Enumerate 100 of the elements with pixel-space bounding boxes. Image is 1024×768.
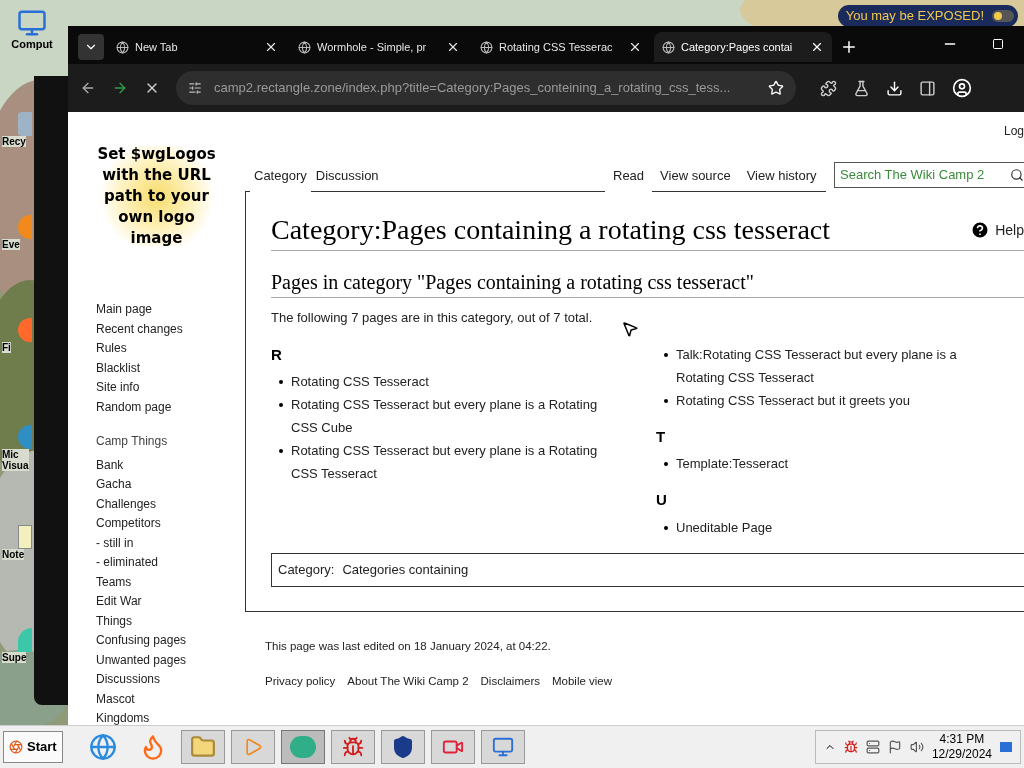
sidebar-link[interactable]: Random page xyxy=(96,397,245,417)
login-link[interactable]: Log xyxy=(1003,122,1024,140)
security-alert-badge[interactable]: You may be EXPOSED! xyxy=(837,5,1018,27)
page-tab[interactable]: Discussion xyxy=(311,165,383,192)
search-icon[interactable] xyxy=(1010,168,1024,182)
globe-icon xyxy=(662,40,675,54)
view-tab[interactable]: Read xyxy=(605,165,653,192)
browser-tab[interactable]: Rotating CSS Tesserac xyxy=(472,32,650,62)
sidebar-link[interactable]: - eliminated xyxy=(96,553,245,573)
desktop-icon-label[interactable]: Fi xyxy=(2,342,11,353)
section-heading: Pages in category "Pages containing a rotating css tesseract" xyxy=(271,269,1024,298)
start-button[interactable]: Start xyxy=(3,731,63,763)
bullet-icon xyxy=(279,380,283,384)
page-link[interactable]: Rotating CSS Tesseract xyxy=(291,370,626,393)
sidebar-link[interactable]: Confusing pages xyxy=(96,631,245,651)
sidebar-link[interactable]: Things xyxy=(96,611,245,631)
sidebar-link[interactable]: Main page xyxy=(96,300,245,320)
sidebar-link[interactable]: Edit War xyxy=(96,592,245,612)
close-icon[interactable] xyxy=(810,40,824,54)
footer-link[interactable]: About The Wiki Camp 2 xyxy=(347,672,469,690)
page-link[interactable]: Template:Tesseract xyxy=(676,452,986,475)
sidebar-link[interactable]: Teams xyxy=(96,572,245,592)
folder-icon[interactable] xyxy=(180,730,225,764)
desktop-icon-label[interactable]: Supe xyxy=(2,652,27,663)
browser-tab[interactable]: Wormhole - Simple, pr xyxy=(290,32,468,62)
bookmark-star-icon[interactable] xyxy=(768,80,784,96)
new-tab-icon[interactable] xyxy=(840,38,858,56)
sidebar-link[interactable]: Gacha xyxy=(96,475,245,495)
browser-tab[interactable]: New Tab xyxy=(108,32,286,62)
sidebar-link[interactable]: Challenges xyxy=(96,494,245,514)
cursor-icon xyxy=(621,319,639,338)
bug-icon[interactable] xyxy=(330,730,375,764)
help-link[interactable]: Help xyxy=(995,219,1024,241)
sidebar-link[interactable]: Recent changes xyxy=(96,319,245,339)
profile-icon[interactable] xyxy=(952,78,972,98)
side-panel-icon[interactable] xyxy=(919,79,936,97)
page-link[interactable]: Rotating CSS Tesseract but every plane is a Rotating CSS Cube xyxy=(291,393,626,439)
sidebar-link[interactable]: Site info xyxy=(96,378,245,398)
close-icon[interactable] xyxy=(264,40,278,54)
tab-list-button[interactable] xyxy=(78,34,104,60)
sidebar-link[interactable]: - still in xyxy=(96,533,245,553)
search-field[interactable]: Search The Wiki Camp 2 xyxy=(834,162,1024,188)
speaker-icon[interactable] xyxy=(909,740,924,754)
page-tab[interactable]: Category xyxy=(250,165,311,192)
site-settings-icon[interactable] xyxy=(188,81,202,95)
flag-icon[interactable] xyxy=(887,740,902,754)
view-tab[interactable]: View source xyxy=(652,165,739,192)
view-tab[interactable]: View history xyxy=(738,165,825,192)
sidebar-link[interactable]: Kingdoms xyxy=(96,709,245,725)
circle-app-icon[interactable] xyxy=(280,730,325,764)
video-camera-icon[interactable] xyxy=(430,730,475,764)
search-placeholder: Search The Wiki Camp 2 xyxy=(840,166,986,185)
back-icon[interactable] xyxy=(80,80,96,96)
group-letter: U xyxy=(656,490,668,510)
server-icon[interactable] xyxy=(865,740,880,754)
page-link[interactable]: Rotating CSS Tesseract but it greets you xyxy=(676,388,986,412)
globe-icon[interactable] xyxy=(88,733,117,761)
address-bar[interactable]: camp2.rectangle.zone/index.php?title=Category:Pages_conteining_a_rotating_css_tess... xyxy=(176,71,796,105)
category-link[interactable]: Categories containing xyxy=(342,559,469,580)
clock-date[interactable]: 12/29/2024 xyxy=(931,747,992,762)
page-link[interactable]: Uneditable Page xyxy=(676,515,986,539)
sidebar-link[interactable]: Discussions xyxy=(96,670,245,690)
page-link[interactable]: Talk:Rotating CSS Tesseract but every plane is a Rotating CSS Tesseract xyxy=(676,342,986,389)
sidebar-link[interactable]: Rules xyxy=(96,339,245,359)
globe-icon xyxy=(116,40,129,54)
footer-link[interactable]: Mobile view xyxy=(551,672,613,690)
sidebar-link[interactable]: Competitors xyxy=(96,514,245,534)
close-icon[interactable] xyxy=(446,40,460,54)
maximize-icon[interactable] xyxy=(992,38,1004,50)
close-icon[interactable] xyxy=(628,40,642,54)
tab-title: Rotating CSS Tesserac xyxy=(499,39,614,55)
sidebar-link[interactable]: Mascot xyxy=(96,689,245,709)
desktop-icon-label[interactable]: Note xyxy=(2,549,25,560)
bullet-icon xyxy=(664,352,668,357)
desktop-icon-label[interactable]: Comput xyxy=(11,38,53,50)
desktop-app-icon[interactable] xyxy=(18,525,32,549)
footer-link[interactable]: Privacy policy xyxy=(265,672,336,690)
shield-icon[interactable] xyxy=(380,730,425,764)
desktop-icon-label[interactable]: Mic Visua xyxy=(2,449,29,471)
extensions-icon[interactable] xyxy=(820,79,837,97)
bug-icon[interactable] xyxy=(843,740,858,754)
flask-icon[interactable] xyxy=(853,79,870,97)
sidebar-link[interactable]: Bank xyxy=(96,455,245,475)
tab-title: New Tab xyxy=(135,39,179,55)
sidebar-link[interactable]: Blacklist xyxy=(96,358,245,378)
desktop-icon-label[interactable]: Recy xyxy=(2,136,26,147)
monitor-icon[interactable] xyxy=(480,730,525,764)
last-edited-text: This page was last edited on 18 January 2024, at 04:22. xyxy=(265,638,552,654)
computer-icon[interactable] xyxy=(17,8,47,38)
group-letter: R xyxy=(271,344,283,365)
sidebar-link[interactable]: Unwanted pages xyxy=(96,650,245,670)
category-label[interactable]: Category: xyxy=(278,559,335,580)
clock-time[interactable]: 4:31 PM xyxy=(939,732,985,747)
desktop-icon-label[interactable]: Eve xyxy=(2,239,20,250)
forward-icon[interactable] xyxy=(112,80,128,96)
page-link[interactable]: Rotating CSS Tesseract but every plane is a Rotating CSS Tesseract xyxy=(291,439,626,485)
download-icon[interactable] xyxy=(886,79,903,97)
browser-tab[interactable]: Category:Pages contai xyxy=(654,32,832,62)
help-icon[interactable] xyxy=(970,220,991,240)
footer-link[interactable]: Disclaimers xyxy=(480,672,540,690)
